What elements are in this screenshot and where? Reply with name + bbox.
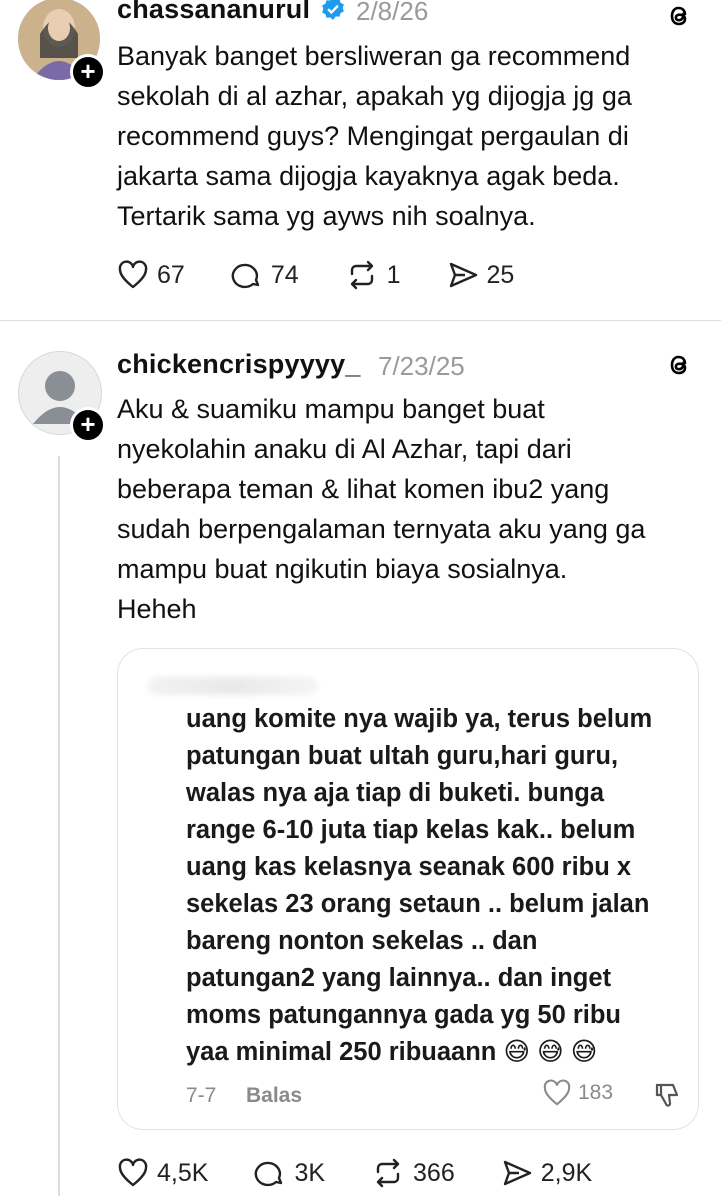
comment-icon — [231, 263, 260, 289]
post-date: 7/23/25 — [378, 351, 465, 381]
comment-icon — [255, 1161, 283, 1187]
like-button[interactable]: 4,5K — [117, 1158, 208, 1188]
reply-button[interactable]: 3K — [254, 1158, 325, 1188]
reply-link[interactable]: Balas — [246, 1084, 302, 1108]
post-date: 2/8/26 — [356, 0, 429, 26]
repost-button[interactable]: 366 — [371, 1158, 455, 1188]
follow-plus-button[interactable]: + — [70, 54, 106, 90]
threads-logo-icon[interactable] — [664, 0, 694, 32]
post-1: + chassananurul 2/8/26 Banyak banget ber… — [0, 0, 721, 318]
share-button[interactable]: 2,9K — [501, 1158, 592, 1188]
share-count: 2,9K — [540, 1158, 593, 1187]
send-icon — [449, 262, 477, 288]
threads-logo-icon[interactable] — [664, 349, 694, 381]
post-actions: 4,5K 3K 366 2,9K — [117, 1155, 638, 1191]
like-count: 4,5K — [157, 1158, 209, 1187]
reply-button[interactable]: 74 — [231, 260, 299, 290]
like-button[interactable]: 67 — [117, 260, 185, 290]
send-icon — [503, 1160, 531, 1186]
username[interactable]: chickencrispyyyy_ — [117, 349, 361, 380]
reply-count: 74 — [270, 260, 299, 289]
comment-like-button[interactable]: 183 — [542, 1079, 613, 1107]
heart-icon — [118, 260, 148, 289]
heart-icon — [543, 1079, 571, 1106]
repost-count: 366 — [413, 1158, 455, 1187]
repost-button[interactable]: 1 — [345, 260, 401, 290]
comment-like-count: 183 — [578, 1081, 614, 1104]
share-count: 25 — [486, 260, 515, 289]
heart-icon — [118, 1158, 148, 1187]
blurred-commenter-name — [148, 677, 318, 695]
thread-line — [58, 456, 60, 1196]
post-text: Banyak banget bersliweran ga recommend s… — [117, 41, 632, 231]
quoted-comment-text: uang komite nya wajib ya, terus belum pa… — [186, 705, 653, 1066]
comment-date: 7-7 — [186, 1084, 217, 1107]
repost-icon — [350, 260, 373, 290]
post-actions: 67 74 1 25 — [117, 257, 560, 293]
username[interactable]: chassananurul — [117, 0, 310, 25]
repost-icon — [376, 1158, 400, 1188]
reply-count: 3K — [294, 1158, 326, 1187]
share-button[interactable]: 25 — [447, 260, 515, 290]
quoted-comment-card[interactable]: uang komite nya wajib ya, terus belum pa… — [117, 648, 699, 1130]
like-count: 67 — [157, 260, 185, 289]
verified-badge-icon — [320, 0, 346, 27]
post-text: Aku & suamiku mampu banget buat nyekolah… — [117, 394, 646, 624]
repost-count: 1 — [386, 260, 401, 289]
follow-plus-button[interactable]: + — [70, 407, 106, 443]
dislike-icon[interactable] — [653, 1079, 683, 1114]
